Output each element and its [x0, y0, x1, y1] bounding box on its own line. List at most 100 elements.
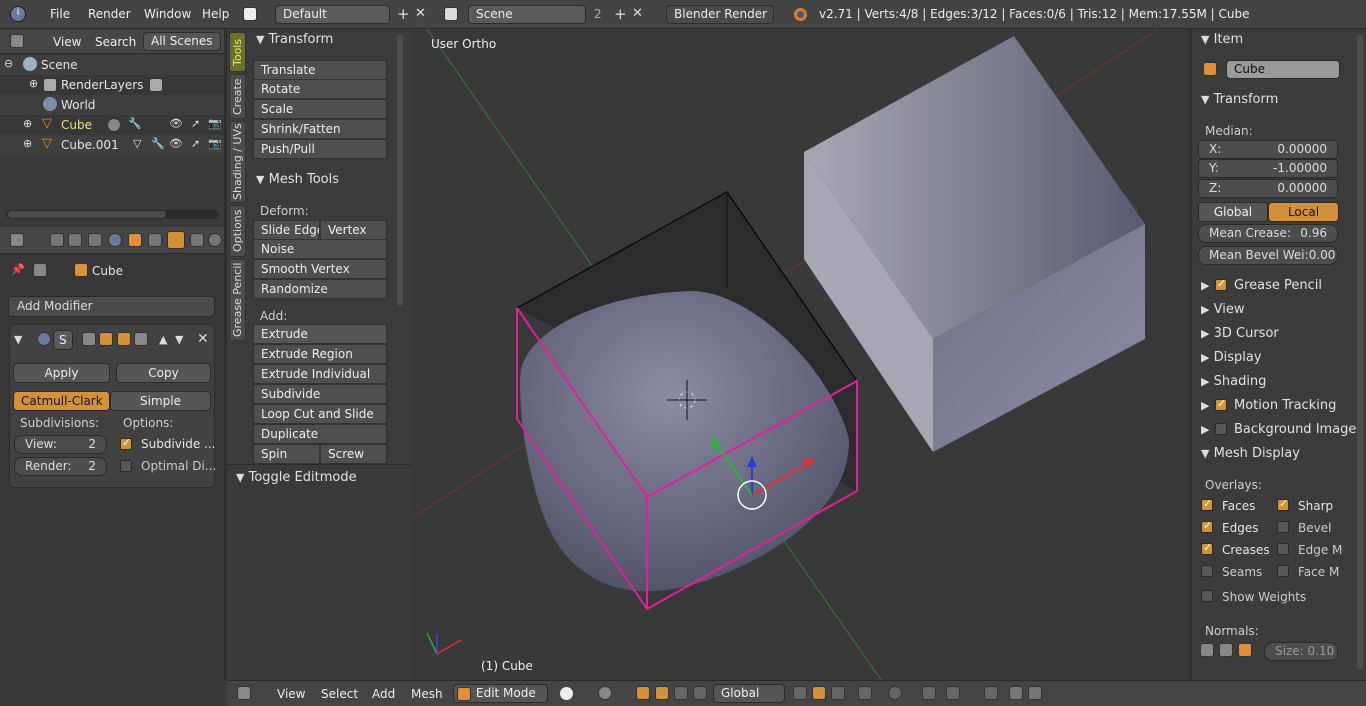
menu-file[interactable]: File — [50, 7, 70, 21]
object-name-field[interactable]: Cube — [1226, 60, 1340, 79]
edge-select-icon[interactable] — [812, 686, 826, 700]
snap-icon[interactable] — [922, 686, 936, 700]
opengl-animation-icon[interactable] — [1028, 686, 1042, 700]
outliner-row-cube001[interactable]: ⊕ ▽ Cube.001 ▽ 🔧 👁 ➚ 📷 — [0, 135, 224, 155]
mesh-display-panel-title[interactable]: ▼ Mesh Display — [1201, 446, 1300, 461]
smooth-vertex-button[interactable]: Smooth Vertex — [253, 259, 387, 279]
scale-manipulator-icon[interactable] — [693, 686, 707, 700]
outliner-display-select[interactable]: All Scenes — [143, 32, 221, 51]
grease-pencil-checkbox[interactable] — [1215, 277, 1227, 291]
local-button[interactable]: Local — [1268, 202, 1339, 222]
viewport-shading-icon[interactable] — [560, 687, 573, 700]
translate-button[interactable]: Translate — [253, 60, 387, 80]
median-z-field[interactable]: Z: 0.00000 — [1198, 179, 1338, 198]
add-icon[interactable]: + — [397, 7, 410, 22]
grease-pencil-panel-title[interactable]: ▶ — [1201, 278, 1209, 293]
background-images-panel-title[interactable]: ▶ — [1201, 422, 1209, 437]
render-preview-icon[interactable] — [984, 686, 998, 700]
viewport-toggle-icon[interactable] — [99, 332, 113, 346]
pivot-icon[interactable] — [598, 686, 612, 700]
cursor-select-icon[interactable]: ➚ — [191, 138, 200, 149]
render-engine-select[interactable]: Blender Render — [666, 5, 774, 24]
menu-render[interactable]: Render — [88, 7, 131, 21]
editor-type-icon[interactable] — [237, 686, 251, 700]
outliner-menu-search[interactable]: Search — [95, 35, 136, 49]
toggle-editmode-title[interactable]: ▼ Toggle Editmode — [236, 470, 357, 485]
split-normals-icon[interactable] — [1238, 643, 1252, 657]
randomize-button[interactable]: Randomize — [253, 279, 387, 299]
normals-size-field[interactable]: Size: 0.10 — [1264, 642, 1338, 661]
screen-layout-icon[interactable] — [243, 7, 257, 21]
outliner-scrollbar[interactable] — [6, 210, 219, 219]
subdivide-button[interactable]: Subdivide — [253, 384, 387, 404]
scale-button[interactable]: Scale — [253, 99, 387, 119]
viewport-3d[interactable] — [411, 29, 1189, 680]
orientation-select[interactable]: Global — [713, 684, 785, 703]
face-normals-icon[interactable] — [1219, 643, 1233, 657]
expand-icon[interactable]: ⊕ — [23, 118, 32, 129]
outliner-row-world[interactable]: World — [0, 95, 224, 115]
tab-shading-uvs[interactable]: Shading / UVs — [229, 121, 246, 203]
move-up-icon[interactable]: ▲ — [159, 334, 167, 345]
close-icon[interactable]: ✕ — [415, 7, 426, 20]
slide-edge-button[interactable]: Slide Edge — [253, 220, 320, 240]
sharp-checkbox[interactable] — [1277, 497, 1289, 511]
vertex-normals-icon[interactable] — [1200, 643, 1214, 657]
vertex-button[interactable]: Vertex — [320, 220, 387, 240]
outliner-menu-view[interactable]: View — [53, 35, 81, 49]
move-down-icon[interactable]: ▼ — [175, 334, 183, 345]
manipulator-toggle-icon[interactable] — [636, 686, 650, 700]
view-panel-title[interactable]: ▶ View — [1201, 302, 1244, 317]
outliner-row-cube[interactable]: ⊕ ▽ Cube 🔧 👁 ➚ 📷 — [0, 115, 224, 135]
shading-panel-title[interactable]: ▶ Shading — [1201, 374, 1266, 389]
constraints-tab-icon[interactable] — [148, 233, 162, 247]
render-levels-field[interactable]: Render: 2 — [14, 457, 107, 476]
edges-checkbox[interactable] — [1201, 519, 1213, 533]
tool-shelf-scrollbar[interactable] — [397, 34, 403, 306]
outliner-row-scene[interactable]: ⊖ Scene — [0, 55, 224, 75]
material-tab-icon[interactable] — [208, 233, 222, 247]
translate-manipulator-icon[interactable] — [655, 686, 669, 700]
duplicate-button[interactable]: Duplicate — [253, 424, 387, 444]
display-panel-title[interactable]: ▶ Display — [1201, 350, 1262, 365]
motion-tracking-panel-title[interactable]: ▶ — [1201, 398, 1209, 413]
push-pull-button[interactable]: Push/Pull — [253, 139, 387, 159]
item-panel-title[interactable]: ▼ Item — [1201, 32, 1243, 47]
camera-render-icon[interactable]: 📷 — [208, 118, 222, 129]
extrude-region-button[interactable]: Extrude Region — [253, 344, 387, 364]
snap-element-icon[interactable] — [946, 686, 960, 700]
render-toggle-icon[interactable] — [82, 332, 96, 346]
scene-tab-icon[interactable] — [88, 233, 102, 247]
extrude-individual-button[interactable]: Extrude Individual — [253, 364, 387, 384]
optimal-display-checkbox[interactable] — [120, 460, 132, 472]
render-tab-icon[interactable] — [50, 233, 64, 247]
layout-field[interactable]: Default — [275, 5, 390, 24]
scene-icon[interactable] — [444, 7, 458, 21]
copy-button[interactable]: Copy — [116, 363, 211, 383]
apply-button[interactable]: Apply — [13, 363, 110, 383]
bottom-menu-view[interactable]: View — [277, 687, 305, 701]
vertex-select-icon[interactable] — [793, 686, 807, 700]
tab-options[interactable]: Options — [229, 205, 246, 257]
simple-button[interactable]: Simple — [110, 391, 211, 411]
median-x-field[interactable]: X: 0.00000 — [1198, 140, 1338, 159]
expand-icon[interactable]: ⊕ — [29, 78, 38, 89]
face-marks-checkbox[interactable] — [1277, 565, 1289, 577]
subdivide-uvs-checkbox[interactable] — [120, 436, 132, 450]
properties-scrollbar[interactable] — [1357, 34, 1363, 670]
bevel-checkbox[interactable] — [1277, 521, 1289, 533]
editor-type-icon[interactable] — [10, 34, 24, 48]
bottom-menu-select[interactable]: Select — [321, 687, 358, 701]
creases-checkbox[interactable] — [1201, 541, 1213, 555]
bottom-menu-add[interactable]: Add — [372, 687, 395, 701]
mesh-tools-panel-title[interactable]: ▼ Mesh Tools — [256, 172, 339, 187]
spin-button[interactable]: Spin — [253, 444, 320, 464]
shrink-fatten-button[interactable]: Shrink/Fatten — [253, 119, 387, 139]
world-tab-icon[interactable] — [108, 233, 122, 247]
add-modifier-select[interactable]: Add Modifier — [8, 296, 215, 317]
transform-panel-title[interactable]: ▼ Transform — [1201, 92, 1278, 107]
editmode-toggle-icon[interactable] — [117, 332, 131, 346]
tab-create[interactable]: Create — [229, 74, 246, 119]
collapse-arrow-icon[interactable]: ▼ — [14, 334, 22, 345]
tab-grease-pencil[interactable]: Grease Pencil — [229, 259, 246, 341]
